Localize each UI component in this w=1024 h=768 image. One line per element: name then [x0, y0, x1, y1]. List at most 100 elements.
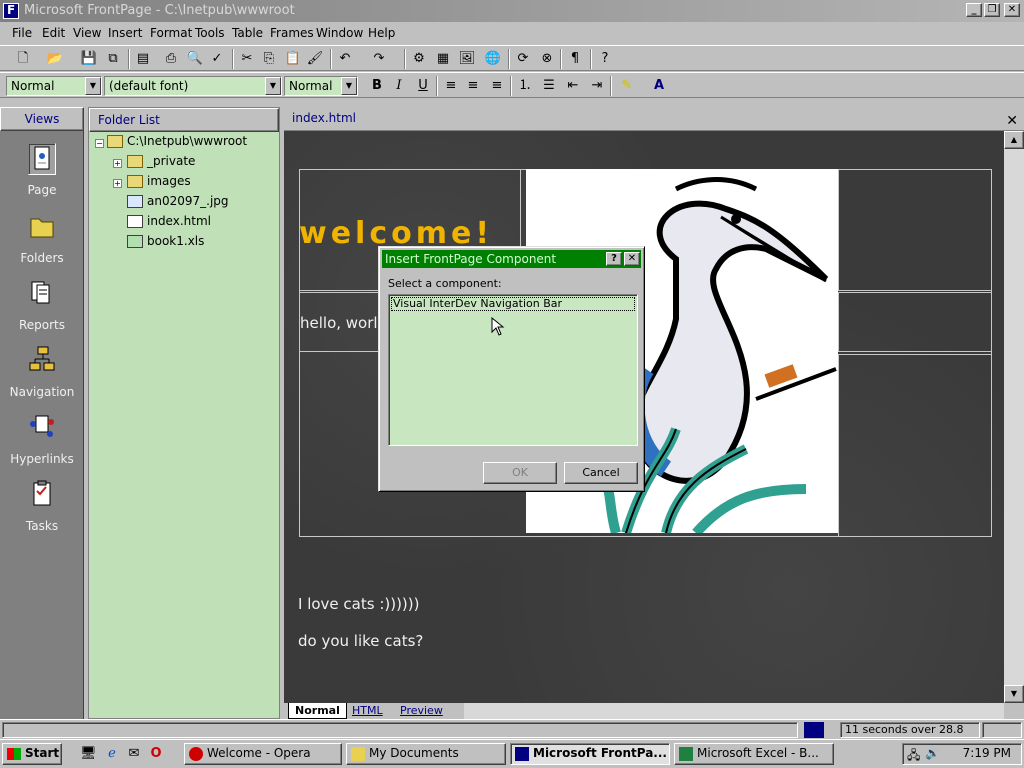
taskbar-frontpage[interactable]: Microsoft FrontPa...	[510, 743, 670, 765]
save-icon[interactable]: 💾	[80, 50, 98, 68]
tree-item-private[interactable]: _private	[127, 154, 195, 172]
paste-icon[interactable]: 📋	[284, 50, 302, 68]
menu-view[interactable]: View	[73, 26, 101, 40]
vertical-scrollbar[interactable]: ▲ ▼	[1004, 131, 1024, 703]
taskbar-opera[interactable]: Welcome - Opera	[184, 743, 342, 765]
menu-help[interactable]: Help	[368, 26, 395, 40]
tab-html[interactable]: HTML	[346, 703, 389, 719]
align-center-icon[interactable]: ≡	[464, 77, 482, 95]
outlook-express-icon[interactable]: ✉	[126, 746, 142, 762]
redo-icon[interactable]: ↷	[370, 50, 388, 68]
tree-item-jpg[interactable]: an02097_.jpg	[127, 194, 229, 212]
ok-button[interactable]: OK	[483, 462, 557, 484]
show-desktop-icon[interactable]: 🖥	[80, 746, 97, 762]
italic-button[interactable]: I	[390, 77, 408, 95]
dialog-help-button[interactable]: ?	[606, 252, 622, 266]
cut-icon[interactable]: ✂	[238, 50, 256, 68]
volume-icon[interactable]: 🔊	[925, 746, 940, 760]
publish-icon[interactable]: ⧉	[104, 50, 122, 68]
align-left-icon[interactable]: ≡	[442, 77, 460, 95]
undo-icon[interactable]: ↶	[336, 50, 354, 68]
tree-item-images[interactable]: images	[127, 174, 191, 192]
font-color-icon[interactable]: A	[650, 77, 668, 95]
expand-icon[interactable]: +	[113, 159, 122, 168]
opera-icon[interactable]: O	[148, 746, 164, 762]
chevron-down-icon[interactable]: ▼	[85, 77, 101, 95]
view-folders-label: Folders	[20, 251, 64, 265]
numbered-list-icon[interactable]: ⒈	[516, 77, 534, 95]
underline-button[interactable]: U	[414, 77, 432, 95]
clock[interactable]: 7:19 PM	[963, 746, 1011, 760]
view-hyperlinks[interactable]: Hyperlinks	[0, 412, 84, 474]
horizontal-scrollbar[interactable]	[464, 703, 1004, 719]
close-icon[interactable]: ✕	[1006, 110, 1018, 132]
menu-table[interactable]: Table	[232, 26, 263, 40]
menu-frames[interactable]: Frames	[270, 26, 314, 40]
copy-icon[interactable]: ⎘	[260, 50, 278, 68]
bold-button[interactable]: B	[368, 77, 386, 95]
view-navigation[interactable]: Navigation	[0, 345, 84, 407]
close-button[interactable]: ✕	[1004, 3, 1020, 17]
network-icon[interactable]: 🖧	[907, 746, 920, 767]
chevron-down-icon[interactable]: ▼	[341, 77, 357, 95]
print-icon[interactable]: ⎙	[162, 50, 180, 68]
menu-window[interactable]: Window	[316, 26, 363, 40]
component-list-item[interactable]: Visual InterDev Navigation Bar	[391, 297, 635, 311]
task-label: My Documents	[369, 746, 459, 760]
dialog-close-button[interactable]: ✕	[624, 252, 640, 266]
scroll-down-icon[interactable]: ▼	[1004, 685, 1024, 703]
show-all-icon[interactable]: ¶	[566, 50, 584, 68]
tree-item-xls[interactable]: book1.xls	[127, 234, 204, 252]
expand-icon[interactable]: +	[113, 179, 122, 188]
font-size-dropdown[interactable]: Normal ▼	[284, 76, 358, 96]
menu-edit[interactable]: Edit	[42, 26, 65, 40]
menu-file[interactable]: File	[12, 26, 32, 40]
chevron-down-icon[interactable]: ▼	[265, 77, 281, 95]
frontpage-app-icon[interactable]	[3, 3, 19, 19]
internet-explorer-icon[interactable]: ℯ	[104, 746, 120, 762]
restore-button[interactable]: ❐	[984, 3, 1000, 17]
spelling-icon[interactable]: ✓	[208, 50, 226, 68]
highlight-icon[interactable]: ✎	[618, 77, 636, 95]
increase-indent-icon[interactable]: ⇥	[588, 77, 606, 95]
format-painter-icon[interactable]: 🖌	[306, 50, 324, 68]
view-tasks[interactable]: Tasks	[0, 479, 84, 541]
help-icon[interactable]: ?	[596, 50, 614, 68]
cancel-button[interactable]: Cancel	[564, 462, 638, 484]
tree-item-label: an02097_.jpg	[147, 194, 229, 208]
menu-format[interactable]: Format	[150, 26, 192, 40]
view-reports[interactable]: Reports	[0, 278, 84, 340]
toolbar-separator	[590, 49, 592, 69]
menu-tools[interactable]: Tools	[195, 26, 225, 40]
insert-picture-icon[interactable]: 🖼	[458, 50, 476, 68]
tree-root[interactable]: C:\Inetpub\wwwroot	[107, 134, 247, 152]
scroll-up-icon[interactable]: ▲	[1004, 131, 1024, 149]
taskbar-my-documents[interactable]: My Documents	[346, 743, 506, 765]
print-preview-icon[interactable]: 🔍	[186, 50, 204, 68]
open-icon[interactable]: 📂	[46, 50, 64, 68]
stop-icon[interactable]: ⊗	[538, 50, 556, 68]
folder-list-icon[interactable]: ▤	[134, 50, 152, 68]
new-page-icon[interactable]: 🗋	[14, 50, 32, 68]
style-dropdown[interactable]: Normal ▼	[6, 76, 102, 96]
view-folders[interactable]: Folders	[0, 211, 84, 273]
minimize-button[interactable]: _	[966, 3, 982, 17]
component-listbox[interactable]: Visual InterDev Navigation Bar	[388, 294, 638, 446]
insert-component-icon[interactable]: ⚙	[410, 50, 428, 68]
collapse-icon[interactable]: −	[95, 139, 104, 148]
insert-table-icon[interactable]: ▦	[434, 50, 452, 68]
start-button[interactable]: Start	[2, 743, 62, 765]
bulleted-list-icon[interactable]: ☰	[540, 77, 558, 95]
tree-item-index[interactable]: index.html	[127, 214, 211, 232]
tab-normal[interactable]: Normal	[288, 703, 347, 719]
font-dropdown[interactable]: (default font) ▼	[104, 76, 282, 96]
dialog-title-bar: Insert FrontPage Component ? ✕	[382, 250, 641, 268]
align-right-icon[interactable]: ≡	[488, 77, 506, 95]
view-page[interactable]: Page	[0, 143, 84, 205]
tab-preview[interactable]: Preview	[394, 703, 449, 719]
hyperlink-icon[interactable]: 🌐	[484, 50, 502, 68]
refresh-icon[interactable]: ⟳	[514, 50, 532, 68]
menu-insert[interactable]: Insert	[108, 26, 142, 40]
taskbar-excel[interactable]: Microsoft Excel - B...	[674, 743, 834, 765]
decrease-indent-icon[interactable]: ⇤	[564, 77, 582, 95]
